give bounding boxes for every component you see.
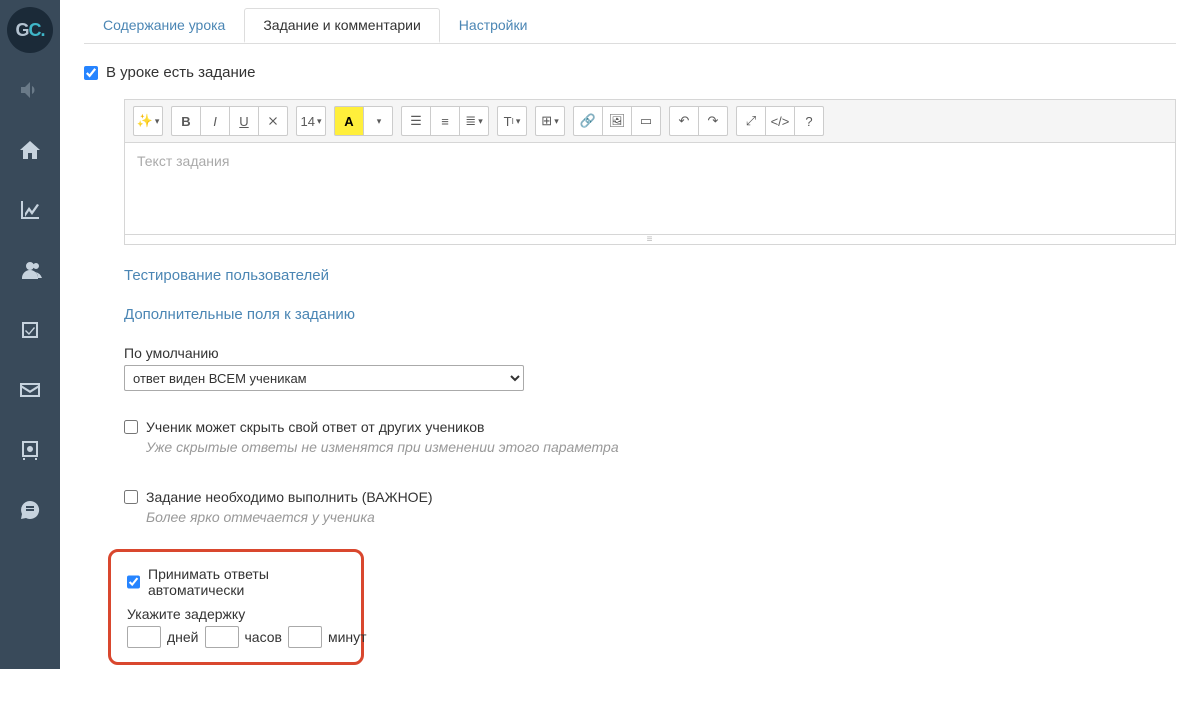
align-button[interactable]: ≣▾ — [459, 106, 489, 136]
logo[interactable]: GC. — [0, 0, 60, 60]
editor-textarea[interactable]: Текст задания — [124, 143, 1176, 235]
ul-button[interactable]: ☰ — [401, 106, 431, 136]
text-color-button[interactable]: A — [334, 106, 364, 136]
default-label: По умолчанию — [124, 345, 1176, 361]
lesson-has-assignment-label: В уроке есть задание — [106, 64, 255, 81]
tab-assignment[interactable]: Задание и комментарии — [244, 8, 439, 43]
default-visibility-field: По умолчанию ответ виден ВСЕМ ученикам — [124, 345, 1176, 391]
delay-inputs: дней часов минут — [127, 626, 345, 648]
important-block: Задание необходимо выполнить (ВАЖНОЕ) Бо… — [124, 489, 1176, 525]
tab-settings[interactable]: Настройки — [440, 8, 547, 43]
important-desc: Более ярко отмечается у ученика — [146, 509, 1176, 525]
sidebar-sound-icon[interactable] — [0, 60, 60, 120]
editor: ✨▾ B I U 14▾ A ▾ ☰ ≡ ≣▾ TI▾ ⊞▾ 🔗 🖼 — [124, 99, 1176, 245]
delay-days-input[interactable] — [127, 626, 161, 648]
hours-unit: часов — [245, 629, 282, 645]
main-content: Содержание урока Задание и комментарии Н… — [60, 8, 1200, 705]
hide-answer-checkbox[interactable] — [124, 420, 138, 434]
redo-button[interactable]: ↷ — [698, 106, 728, 136]
text-color-caret[interactable]: ▾ — [363, 106, 393, 136]
important-label: Задание необходимо выполнить (ВАЖНОЕ) — [146, 489, 433, 505]
sidebar-chat-icon[interactable] — [0, 480, 60, 540]
lesson-has-assignment-row: В уроке есть задание — [84, 64, 1176, 81]
important-checkbox[interactable] — [124, 490, 138, 504]
hide-answer-desc: Уже скрытые ответы не изменятся при изме… — [146, 439, 1176, 455]
fontsize-select[interactable]: 14▾ — [296, 106, 326, 136]
table-button[interactable]: ⊞▾ — [535, 106, 565, 136]
sidebar-chart-icon[interactable] — [0, 180, 60, 240]
visibility-select[interactable]: ответ виден ВСЕМ ученикам — [124, 365, 524, 391]
minutes-unit: минут — [328, 629, 367, 645]
delay-label: Укажите задержку — [127, 606, 345, 622]
fullscreen-button[interactable]: ⤢ — [736, 106, 766, 136]
hide-answer-block: Ученик может скрыть свой ответ от других… — [124, 419, 1176, 455]
sidebar-check-icon[interactable] — [0, 300, 60, 360]
image-button[interactable]: 🖼 — [602, 106, 632, 136]
tabs: Содержание урока Задание и комментарии Н… — [84, 8, 1176, 43]
tab-content[interactable]: Содержание урока — [84, 8, 244, 43]
lesson-has-assignment-checkbox[interactable] — [84, 66, 98, 80]
underline-button[interactable]: U — [229, 106, 259, 136]
editor-resize-handle[interactable]: ≡ — [124, 235, 1176, 245]
auto-accept-label: Принимать ответы автоматически — [148, 566, 345, 598]
sidebar-home-icon[interactable] — [0, 120, 60, 180]
delay-minutes-input[interactable] — [288, 626, 322, 648]
link-button[interactable]: 🔗 — [573, 106, 603, 136]
video-button[interactable]: ▭ — [631, 106, 661, 136]
clear-format-button[interactable] — [258, 106, 288, 136]
sidebar: GC. — [0, 0, 60, 669]
sidebar-mail-icon[interactable] — [0, 360, 60, 420]
auto-accept-box: Принимать ответы автоматически Укажите з… — [108, 549, 364, 665]
auto-accept-checkbox[interactable] — [127, 575, 140, 589]
help-button[interactable]: ? — [794, 106, 824, 136]
code-button[interactable]: </> — [765, 106, 795, 136]
bold-button[interactable]: B — [171, 106, 201, 136]
hide-answer-label: Ученик может скрыть свой ответ от других… — [146, 419, 484, 435]
italic-button[interactable]: I — [200, 106, 230, 136]
delay-hours-input[interactable] — [205, 626, 239, 648]
ol-button[interactable]: ≡ — [430, 106, 460, 136]
extra-fields-link[interactable]: Дополнительные поля к заданию — [124, 306, 1176, 323]
text-style-button[interactable]: TI▾ — [497, 106, 527, 136]
sidebar-users-icon[interactable] — [0, 240, 60, 300]
undo-button[interactable]: ↶ — [669, 106, 699, 136]
sidebar-safe-icon[interactable] — [0, 420, 60, 480]
editor-toolbar: ✨▾ B I U 14▾ A ▾ ☰ ≡ ≣▾ TI▾ ⊞▾ 🔗 🖼 — [124, 99, 1176, 143]
days-unit: дней — [167, 629, 199, 645]
magic-icon[interactable]: ✨▾ — [133, 106, 163, 136]
testing-link[interactable]: Тестирование пользователей — [124, 267, 1176, 284]
